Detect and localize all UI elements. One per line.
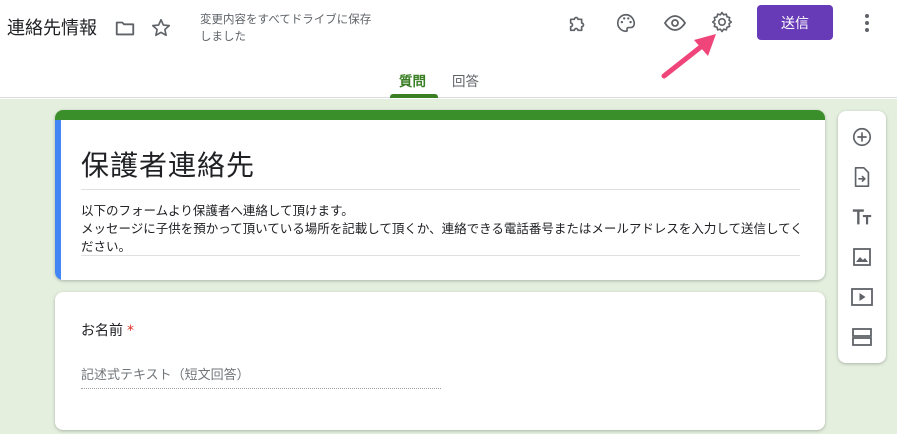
- required-mark: *: [127, 323, 134, 339]
- add-image-icon[interactable]: [850, 245, 874, 269]
- answer-underline: [81, 388, 441, 389]
- question-title: お名前: [81, 323, 123, 339]
- divider: [81, 255, 800, 256]
- theme-color-bar: [55, 110, 825, 120]
- question-card[interactable]: お名前 * 記述式テキスト（短文回答）: [55, 292, 825, 430]
- add-title-icon[interactable]: [850, 205, 874, 229]
- short-answer-placeholder: 記述式テキスト（短文回答）: [81, 368, 250, 383]
- add-question-icon[interactable]: [850, 125, 874, 149]
- import-questions-icon[interactable]: [850, 165, 874, 189]
- send-button[interactable]: 送信: [757, 5, 833, 40]
- document-title[interactable]: 連絡先情報: [7, 14, 97, 40]
- folder-icon[interactable]: [113, 16, 137, 40]
- divider: [81, 189, 800, 190]
- active-tab-indicator: [390, 94, 438, 98]
- selected-indicator: [55, 120, 61, 280]
- more-vert-icon[interactable]: [857, 11, 877, 35]
- form-title[interactable]: 保護者連絡先: [81, 144, 255, 184]
- tab-questions[interactable]: 質問: [399, 70, 426, 90]
- star-icon[interactable]: [149, 16, 173, 40]
- add-section-icon[interactable]: [850, 325, 874, 349]
- annotation-arrow: [661, 34, 716, 79]
- save-status: 変更内容をすべてドライブに保存しました: [200, 12, 372, 43]
- side-toolbar: [838, 111, 886, 363]
- form-title-card[interactable]: 保護者連絡先 以下のフォームより保護者へ連絡して頂けます。 メッセージに子供を預…: [55, 110, 825, 280]
- form-description[interactable]: 以下のフォームより保護者へ連絡して頂けます。 メッセージに子供を預かって頂いてい…: [81, 202, 806, 256]
- question-label: お名前 *: [81, 320, 134, 340]
- addon-icon[interactable]: [566, 11, 590, 35]
- app-header: 連絡先情報 変更内容をすべてドライブに保存しました 送信 質問 回答: [0, 0, 897, 98]
- add-video-icon[interactable]: [850, 285, 874, 309]
- palette-icon[interactable]: [614, 11, 638, 35]
- tab-responses[interactable]: 回答: [452, 70, 479, 90]
